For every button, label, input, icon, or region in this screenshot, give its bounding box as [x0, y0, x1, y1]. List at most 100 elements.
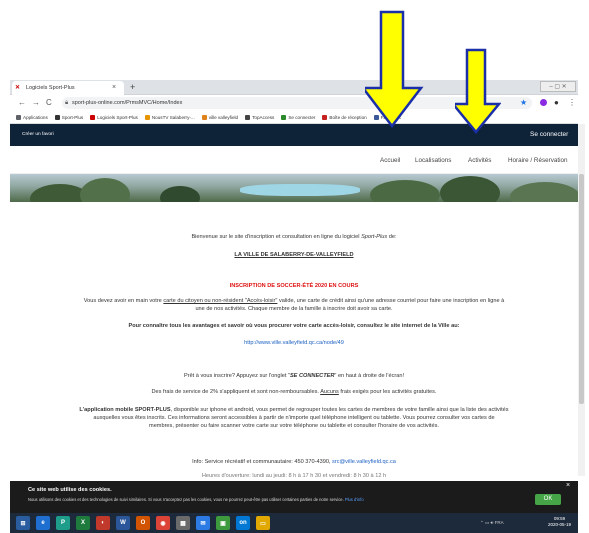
back-button[interactable]: ←: [18, 97, 26, 109]
taskbar-app-icon[interactable]: ▣: [216, 516, 230, 530]
lock-icon: 🔒︎: [65, 100, 69, 106]
banner-image: [10, 174, 578, 202]
bookmark-label: Boîte de réception: [329, 114, 367, 120]
hours-text: Heures d'ouverture: lundi au jeudi: 8 h …: [201, 473, 387, 479]
nav-schedule[interactable]: Horaire / Réservation: [508, 156, 568, 165]
nav-home[interactable]: Accueil: [380, 156, 400, 165]
taskbar-app-icon[interactable]: ◉: [156, 516, 170, 530]
annotation-arrow-down-icon: [455, 48, 501, 134]
taskbar-app-icon[interactable]: ◐: [96, 516, 110, 530]
bookmark-item[interactable]: ville valleyfield: [201, 114, 238, 120]
browser-tab[interactable]: Logiciels Sport-Plus: [12, 81, 124, 95]
site-navigation: [10, 146, 578, 174]
bookmark-favicon-icon: [245, 114, 251, 120]
card-requirement-2: une de nos activités. Chaque membre de l…: [195, 306, 393, 312]
brand-name: Sport-Plus: [361, 234, 388, 240]
fees-part: Des frais de service de 2% s'appliquent …: [151, 389, 321, 395]
ready-part: Prêt à vous inscrire? Appuyez sur l'ongl…: [183, 373, 290, 379]
site-favicon-icon: ✕: [15, 85, 21, 91]
bookmark-favicon-icon: [16, 114, 21, 120]
scrollbar-thumb[interactable]: [579, 174, 584, 404]
email-link[interactable]: src@ville.valleyfield.qc.ca: [332, 459, 396, 465]
bookmark-favicon-icon: [281, 114, 287, 120]
tab-close-icon[interactable]: ×: [112, 81, 116, 95]
cookie-close-icon[interactable]: ×: [566, 482, 570, 490]
nav-activities[interactable]: Activités: [468, 156, 491, 165]
taskbar-app-icon[interactable]: e: [36, 516, 50, 530]
soccer-announcement: INSCRIPTION DE SOCCER-ÉTÉ 2020 EN COURS: [229, 283, 359, 289]
bookmark-label: Sport-Plus: [61, 114, 84, 120]
ready-text: Prêt à vous inscrire? Appuyez sur l'ongl…: [10, 372, 578, 380]
bookmark-item[interactable]: Sport-Plus: [54, 114, 84, 120]
taskbar-app-icon[interactable]: W: [116, 516, 130, 530]
taskbar-app-icon[interactable]: ✉: [196, 516, 210, 530]
welcome-text: Bienvenue sur le site d'inscription et c…: [10, 233, 578, 241]
browser-menu-icon[interactable]: ⋮: [568, 97, 576, 109]
bookmark-item[interactable]: NousTV Salaberry-...: [144, 114, 195, 120]
start-button-icon[interactable]: ⊞: [16, 516, 30, 530]
taskbar-app-icon[interactable]: on: [236, 516, 250, 530]
info-part: Info: Service récréatif et communautaire…: [192, 459, 333, 465]
bookmark-label: NousTV Salaberry-...: [151, 114, 195, 120]
app-text-1: L'application mobile SPORT-PLUS, disponi…: [10, 406, 578, 414]
cookie-accept-button[interactable]: OK: [535, 494, 561, 505]
card-link[interactable]: carte du citoyen ou non-résident "Accès-…: [163, 298, 277, 304]
cookie-title: Ce site web utilise des cookies.: [28, 487, 112, 493]
info-text: Info: Service récréatif et communautaire…: [10, 458, 578, 466]
bookmark-label: Logiciels Sport-Plus: [97, 114, 138, 120]
bookmark-favicon-icon: [201, 114, 207, 120]
bookmark-favicon-icon: [322, 114, 328, 120]
app-text-3: membres, présenter ou faire scanner votr…: [149, 423, 439, 429]
bookmark-item[interactable]: TopAccess: [245, 114, 275, 120]
bookmark-item[interactable]: Boîte de réception: [322, 114, 367, 120]
taskbar-app-icon[interactable]: O: [136, 516, 150, 530]
app-title: L'application mobile SPORT-PLUS: [79, 407, 171, 413]
city-website-link[interactable]: http://www.ville.valleyfield.qc.ca/node/…: [10, 339, 578, 347]
forward-button[interactable]: →: [32, 97, 40, 109]
bookmark-label: Applications: [23, 114, 48, 120]
bookmark-favicon-icon: [54, 114, 60, 120]
fees-part: frais exigés pour les activités gratuite…: [338, 389, 437, 395]
create-favorite-link[interactable]: Créer un favori: [22, 131, 54, 139]
extension-icon[interactable]: [540, 99, 547, 106]
bookmark-favicon-icon: [90, 114, 96, 120]
fees-text: Des frais de service de 2% s'appliquent …: [10, 388, 578, 396]
bookmark-item[interactable]: Applications: [16, 114, 48, 120]
new-tab-button[interactable]: +: [130, 80, 135, 94]
tab-title: Logiciels Sport-Plus: [26, 85, 75, 91]
clock-date: 2020-05-19: [548, 522, 572, 527]
cookie-body: Nous utilisons des cookies et des techno…: [28, 497, 345, 502]
screenshot: Logiciels Sport-Plus ✕ × + – ▢ ✕ ← → C s…: [0, 0, 589, 533]
system-tray[interactable]: ⌃ ▭ 🔊︎ FRA: [480, 519, 504, 527]
welcome-part: Bienvenue sur le site d'inscription et c…: [191, 234, 362, 240]
card-requirement: Vous devez avoir en main votre carte du …: [10, 297, 578, 305]
welcome-part: de:: [387, 234, 397, 240]
nav-locations[interactable]: Localisations: [415, 156, 451, 165]
cookie-more-info-link[interactable]: Plus d'info: [345, 497, 364, 502]
card-text: valide, une carte de crédit ainsi qu'une…: [277, 298, 505, 304]
bookmark-star-icon[interactable]: ★: [520, 97, 527, 109]
reload-button[interactable]: C: [46, 97, 52, 109]
taskbar-app-icon[interactable]: ▦: [176, 516, 190, 530]
window-controls[interactable]: – ▢ ✕: [540, 81, 576, 92]
ready-part: " en haut à droite de l'écran!: [334, 373, 405, 379]
annotation-arrow-down-icon: [365, 10, 424, 128]
taskbar-clock[interactable]: 09:59 2020-05-19: [548, 516, 571, 528]
profile-icon[interactable]: ●: [554, 97, 559, 109]
card-text: Vous devez avoir en main votre: [83, 298, 164, 304]
url-text: sport-plus-online.com/PrmsMVC/Home/Index: [72, 100, 183, 106]
bookmark-label: TopAccess: [252, 114, 275, 120]
app-part: , disponible sur iphone et android, vous…: [170, 407, 509, 413]
bookmark-item[interactable]: Se connecter: [281, 114, 315, 120]
taskbar-app-icon[interactable]: P: [56, 516, 70, 530]
fees-emphasis: Aucuns: [320, 389, 339, 395]
taskbar-app-icon[interactable]: ▭: [256, 516, 270, 530]
taskbar-app-icon[interactable]: X: [76, 516, 90, 530]
login-link[interactable]: Se connecter: [530, 130, 568, 139]
advantages-text: Pour connaître tous les avantages et sav…: [128, 323, 460, 329]
bookmark-favicon-icon: [144, 114, 150, 120]
ready-emphasis: SE CONNECTER: [289, 373, 335, 379]
app-text-2: auxquelles vous êtes inscrits. Ces infor…: [93, 415, 495, 421]
city-title: LA VILLE DE SALABERRY-DE-VALLEYFIELD: [234, 252, 354, 258]
bookmark-item[interactable]: Logiciels Sport-Plus: [90, 114, 138, 120]
